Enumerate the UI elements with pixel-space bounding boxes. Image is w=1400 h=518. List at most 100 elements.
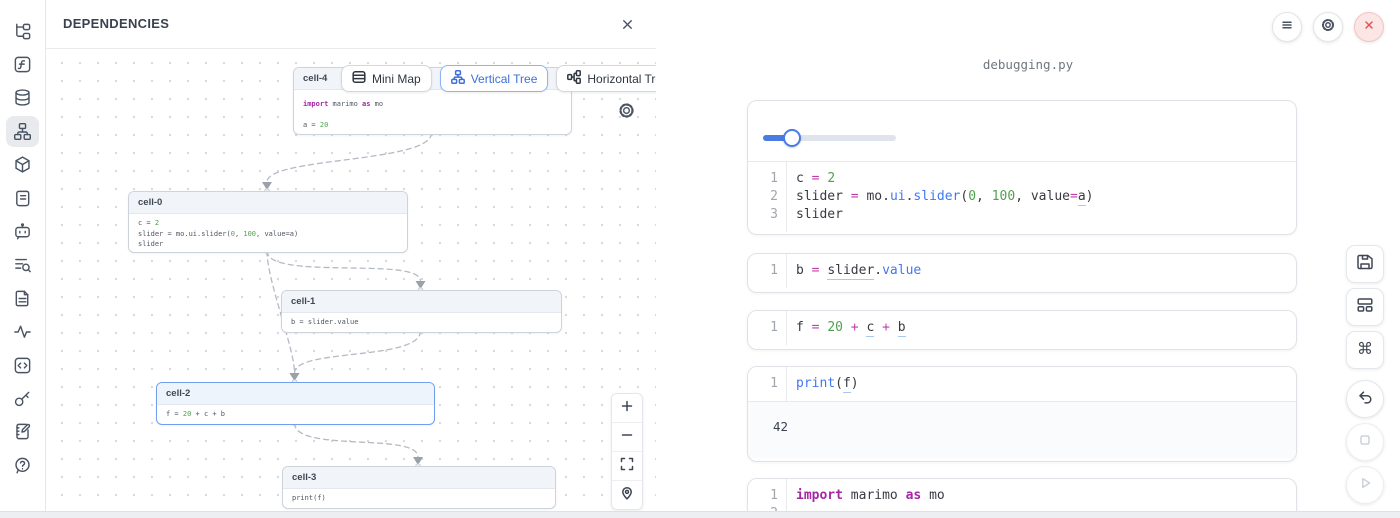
database-icon xyxy=(13,88,32,107)
code-snippets-icon xyxy=(13,356,32,375)
package-icon xyxy=(13,155,32,174)
code-area[interactable]: c = 2slider = mo.ui.slider(0, 100, value… xyxy=(787,162,1296,232)
cell-output-slider xyxy=(748,101,1296,161)
graph-node-code: import marimo as moa = 20 xyxy=(294,90,571,135)
line-numbers: 1 xyxy=(748,254,787,288)
menu-button[interactable] xyxy=(1272,12,1302,42)
view-button-mini-map[interactable]: Mini Map xyxy=(341,65,432,92)
zoom-in-icon xyxy=(620,399,634,418)
play-icon xyxy=(1356,474,1374,497)
scroll-icon xyxy=(13,189,32,208)
tree-v-icon xyxy=(451,70,465,87)
view-button-vertical-tree[interactable]: Vertical Tree xyxy=(440,65,549,92)
command-button[interactable]: ⌘ xyxy=(1346,331,1384,369)
marimo-app: DEPENDENCIES Mini Map Vertical Tree Horizo… xyxy=(0,0,1400,518)
notebook-filename: debugging.py xyxy=(656,57,1400,72)
cell-editor: 123c = 2slider = mo.ui.slider(0, 100, va… xyxy=(748,161,1296,232)
graph-node-cell-1[interactable]: cell-1b = slider.value xyxy=(281,290,562,333)
graph-node-title: cell-0 xyxy=(129,192,407,214)
sidebar-item-help[interactable] xyxy=(6,450,39,481)
graph-node-code: f = 20 + c + b xyxy=(157,405,434,424)
graph-settings-gear-icon[interactable] xyxy=(617,101,636,120)
view-button-label: Vertical Tree xyxy=(471,72,538,86)
sidebar-item-code-snippets[interactable] xyxy=(6,350,39,381)
graph-node-cell-3[interactable]: cell-3print(f) xyxy=(282,466,556,509)
graph-node-title: cell-1 xyxy=(282,291,561,313)
scratchpad-icon xyxy=(13,422,32,441)
panel-title: DEPENDENCIES xyxy=(63,16,169,31)
notebook-cell: 1print(f)42 xyxy=(747,366,1297,462)
line-numbers: 1 xyxy=(748,367,787,401)
sidebar-item-scroll[interactable] xyxy=(6,183,39,214)
line-numbers: 123 xyxy=(748,162,787,232)
code-area[interactable]: print(f) xyxy=(787,367,1296,401)
graph-zoom-in-button[interactable] xyxy=(612,394,642,423)
sidebar-item-function-square[interactable] xyxy=(6,49,39,80)
cell-editor: 1print(f) xyxy=(748,367,1296,401)
sidebar-item-activity[interactable] xyxy=(6,316,39,347)
zoom-out-icon xyxy=(620,428,634,447)
key-icon xyxy=(13,389,32,408)
sidebar-item-key[interactable] xyxy=(6,383,39,414)
rows-icon xyxy=(352,70,366,87)
menu-icon xyxy=(1279,17,1295,38)
file-tree-icon xyxy=(13,22,32,41)
settings-icon xyxy=(1320,17,1336,38)
sidebar-item-database[interactable] xyxy=(6,82,39,113)
play-button xyxy=(1346,466,1384,504)
graph-node-code: b = slider.value xyxy=(282,313,561,332)
sidebar-item-chat-bot[interactable] xyxy=(6,216,39,247)
sidebar-item-package[interactable] xyxy=(6,149,39,180)
undo-icon xyxy=(1356,388,1374,411)
graph-fit-view-button[interactable] xyxy=(612,452,642,481)
cell-output-text: 42 xyxy=(748,401,1296,458)
layout-icon xyxy=(1356,296,1374,319)
dependency-graph-icon xyxy=(13,122,32,141)
view-button-label: Mini Map xyxy=(372,72,421,86)
sidebar-item-file-tree[interactable] xyxy=(6,16,39,47)
code-area[interactable]: b = slider.value xyxy=(787,254,1296,288)
command-icon: ⌘ xyxy=(1357,342,1373,358)
sidebar-item-scratchpad[interactable] xyxy=(6,416,39,447)
stop-button xyxy=(1346,423,1384,461)
graph-view-toolbar: Mini Map Vertical Tree Horizontal Tree xyxy=(341,65,656,92)
graph-node-cell-2[interactable]: cell-2f = 20 + c + b xyxy=(156,382,435,425)
graph-node-title: cell-2 xyxy=(157,383,434,405)
save-icon xyxy=(1356,253,1374,276)
save-button[interactable] xyxy=(1346,245,1384,283)
bottom-strip xyxy=(0,511,1400,518)
dependencies-header: DEPENDENCIES xyxy=(45,0,656,49)
settings-button[interactable] xyxy=(1313,12,1343,42)
cell-editor: 1b = slider.value xyxy=(748,254,1296,288)
sidebar-item-dependency-graph[interactable] xyxy=(6,116,39,147)
graph-locate-button[interactable] xyxy=(612,481,642,509)
graph-node-code: c = 2slider = mo.ui.slider(0, 100, value… xyxy=(129,214,407,253)
slider-knob[interactable] xyxy=(783,129,801,147)
notebook-top-buttons xyxy=(1272,12,1384,42)
close-button[interactable] xyxy=(1354,12,1384,42)
slider-track[interactable] xyxy=(763,135,896,141)
line-numbers: 1 xyxy=(748,311,787,345)
cell-editor: 1f = 20 + c + b xyxy=(748,311,1296,345)
layout-button[interactable] xyxy=(1346,288,1384,326)
close-panel-icon[interactable] xyxy=(618,15,636,33)
help-icon xyxy=(13,456,32,475)
sidebar-item-document[interactable] xyxy=(6,283,39,314)
close-icon xyxy=(1361,17,1377,38)
graph-zoom-controls xyxy=(611,393,643,510)
graph-node-code: print(f) xyxy=(283,489,555,508)
graph-node-cell-0[interactable]: cell-0c = 2slider = mo.ui.slider(0, 100,… xyxy=(128,191,408,253)
graph-node-title: cell-3 xyxy=(283,467,555,489)
code-area[interactable]: f = 20 + c + b xyxy=(787,311,1296,345)
notebook-cell: 1f = 20 + c + b xyxy=(747,310,1297,350)
graph-zoom-out-button[interactable] xyxy=(612,423,642,452)
dependencies-panel: DEPENDENCIES Mini Map Vertical Tree Horizo… xyxy=(45,0,657,518)
notebook-cell: 123c = 2slider = mo.ui.slider(0, 100, va… xyxy=(747,100,1297,235)
tree-h-icon xyxy=(567,70,581,87)
notebook-cell: 1b = slider.value xyxy=(747,253,1297,293)
dependency-graph-canvas[interactable]: Mini Map Vertical Tree Horizontal Tree cel… xyxy=(45,48,656,512)
function-square-icon xyxy=(13,55,32,74)
sidebar-item-list-search[interactable] xyxy=(6,249,39,280)
view-button-horizontal-tree[interactable]: Horizontal Tree xyxy=(556,65,656,92)
undo-button[interactable] xyxy=(1346,380,1384,418)
